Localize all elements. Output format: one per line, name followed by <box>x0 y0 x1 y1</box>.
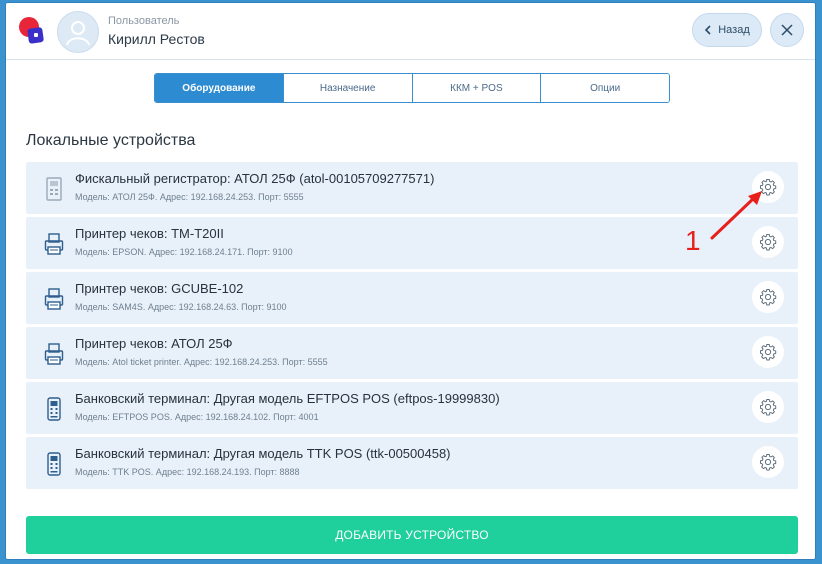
back-button[interactable]: Назад <box>692 13 762 47</box>
device-row[interactable]: Принтер чеков: АТОЛ 25Ф Модель: Atol tic… <box>26 327 798 379</box>
app-window: Пользователь Кирилл Рестов Назад Оборудо… <box>5 2 816 560</box>
gear-icon <box>760 399 777 416</box>
main-content: Оборудование Назначение ККМ + POS Опции … <box>6 59 815 559</box>
device-list: Фискальный регистратор: АТОЛ 25Ф (atol-0… <box>26 162 798 492</box>
annotation-label: 1 <box>685 225 701 256</box>
fiscal-register-icon <box>46 177 62 201</box>
device-title: Принтер чеков: АТОЛ 25Ф <box>75 336 233 351</box>
device-title: Фискальный регистратор: АТОЛ 25Ф (atol-0… <box>75 171 435 186</box>
user-avatar-icon <box>66 21 90 46</box>
section-title: Локальные устройства <box>26 132 196 149</box>
tab-equipment[interactable]: Оборудование <box>155 74 284 102</box>
app-logo <box>19 17 44 44</box>
add-device-button[interactable]: ДОБАВИТЬ УСТРОЙСТВО <box>26 516 798 554</box>
close-button[interactable] <box>770 13 804 47</box>
tab-assignment[interactable]: Назначение <box>283 74 413 102</box>
device-settings-button[interactable] <box>752 281 784 313</box>
tab-kkm-pos[interactable]: ККМ + POS <box>412 74 542 102</box>
device-title: Банковский терминал: Другая модель EFTPO… <box>75 391 500 406</box>
device-details: Модель: SAM4S. Адрес: 192.168.24.63. Пор… <box>75 302 287 312</box>
gear-icon <box>760 179 777 196</box>
user-role-label: Пользователь <box>108 15 180 27</box>
device-row[interactable]: Банковский терминал: Другая модель EFTPO… <box>26 382 798 434</box>
device-details: Модель: Atol ticket printer. Адрес: 192.… <box>75 357 328 367</box>
device-settings-button[interactable] <box>752 171 784 203</box>
gear-icon <box>760 289 777 306</box>
receipt-printer-icon <box>44 288 64 310</box>
device-row[interactable]: Принтер чеков: GCUBE-102 Модель: SAM4S. … <box>26 272 798 324</box>
bank-terminal-icon <box>47 452 61 476</box>
gear-icon <box>760 454 777 471</box>
device-row[interactable]: Принтер чеков: TM-T20II Модель: EPSON. А… <box>26 217 798 269</box>
device-title: Банковский терминал: Другая модель TTK P… <box>75 446 451 461</box>
tab-bar: Оборудование Назначение ККМ + POS Опции <box>154 73 670 103</box>
tab-options[interactable]: Опции <box>541 74 669 102</box>
device-settings-button[interactable] <box>752 336 784 368</box>
back-button-label: Назад <box>718 24 750 36</box>
device-title: Принтер чеков: TM-T20II <box>75 226 224 241</box>
device-settings-button[interactable] <box>752 226 784 258</box>
avatar <box>57 11 99 53</box>
device-settings-button[interactable] <box>752 391 784 423</box>
device-row[interactable]: Фискальный регистратор: АТОЛ 25Ф (atol-0… <box>26 162 798 214</box>
user-name: Кирилл Рестов <box>108 31 205 47</box>
device-details: Модель: EPSON. Адрес: 192.168.24.171. По… <box>75 247 293 257</box>
receipt-printer-icon <box>44 343 64 365</box>
header: Пользователь Кирилл Рестов Назад <box>6 3 815 59</box>
bank-terminal-icon <box>47 397 61 421</box>
close-icon <box>781 24 793 36</box>
chevron-left-icon <box>705 25 711 35</box>
device-row[interactable]: Банковский терминал: Другая модель TTK P… <box>26 437 798 489</box>
device-settings-button[interactable] <box>752 446 784 478</box>
device-title: Принтер чеков: GCUBE-102 <box>75 281 244 296</box>
device-details: Модель: EFTPOS POS. Адрес: 192.168.24.10… <box>75 412 319 422</box>
gear-icon <box>760 344 777 361</box>
gear-icon <box>760 234 777 251</box>
device-details: Модель: TTK POS. Адрес: 192.168.24.193. … <box>75 467 300 477</box>
device-details: Модель: АТОЛ 25Ф. Адрес: 192.168.24.253.… <box>75 192 304 202</box>
receipt-printer-icon <box>44 233 64 255</box>
